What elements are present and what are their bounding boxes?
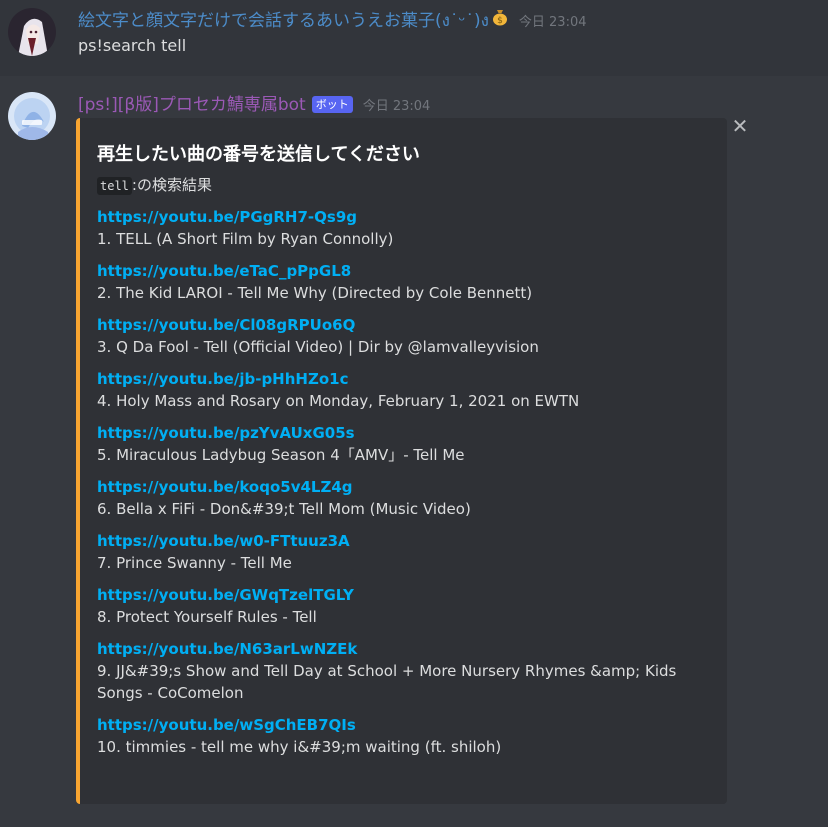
result-item: https://youtu.be/pzYvAUxG05s 5. Miraculo… (97, 422, 697, 466)
result-title: 2. The Kid LAROI - Tell Me Why (Directed… (97, 284, 533, 302)
result-title: 3. Q Da Fool - Tell (Official Video) | D… (97, 338, 539, 356)
result-item: https://youtu.be/N63arLwNZEk 9. JJ&#39;s… (97, 638, 697, 704)
query-suffix: :の検索結果 (131, 176, 212, 194)
result-title: 8. Protect Yourself Rules - Tell (97, 608, 317, 626)
bot-username[interactable]: [ps!][β版]プロセカ鯖専属bot (78, 90, 306, 115)
result-item: https://youtu.be/koqo5v4LZ4g 6. Bella x … (97, 476, 697, 520)
result-link[interactable]: https://youtu.be/jb-pHhHZo1c (97, 368, 697, 390)
result-link[interactable]: https://youtu.be/koqo5v4LZ4g (97, 476, 697, 498)
result-title: 7. Prince Swanny - Tell Me (97, 554, 292, 572)
result-title: 10. timmies - tell me why i&#39;m waitin… (97, 738, 502, 756)
close-icon[interactable]: ✕ (730, 116, 750, 136)
result-title: 1. TELL (A Short Film by Ryan Connolly) (97, 230, 394, 248)
result-title: 5. Miraculous Ladybug Season 4「AMV」- Tel… (97, 446, 465, 464)
message-header: 絵文字と顔文字だけで会話するあいうえお菓子(ง˙ᵕ˙)ง $ 今日 23:04 (78, 6, 587, 34)
result-item: https://youtu.be/wSgChEB7QIs 10. timmies… (97, 714, 697, 758)
svg-text:$: $ (497, 16, 503, 26)
message-content: ps!search tell (78, 36, 187, 55)
bot-tag: ボット (311, 96, 353, 113)
result-item: https://youtu.be/Cl08gRPUo6Q 3. Q Da Foo… (97, 314, 697, 358)
result-link[interactable]: https://youtu.be/w0-FTtuuz3A (97, 530, 697, 552)
username[interactable]: 絵文字と顔文字だけで会話するあいうえお菓子(ง˙ᵕ˙)ง (78, 6, 489, 34)
result-link[interactable]: https://youtu.be/PGgRH7-Qs9g (97, 206, 697, 228)
result-item: https://youtu.be/GWqTzelTGLY 8. Protect … (97, 584, 697, 628)
message-header: [ps!][β版]プロセカ鯖専属bot ボット 今日 23:04 (78, 90, 430, 115)
timestamp: 今日 23:04 (362, 99, 431, 114)
result-link[interactable]: https://youtu.be/Cl08gRPUo6Q (97, 314, 697, 336)
result-link[interactable]: https://youtu.be/wSgChEB7QIs (97, 714, 697, 736)
bot-avatar[interactable] (8, 92, 56, 140)
result-link[interactable]: https://youtu.be/eTaC_pPpGL8 (97, 260, 697, 282)
message-bot: [ps!][β版]プロセカ鯖専属bot ボット 今日 23:04 ✕ 再生したい… (0, 76, 828, 827)
message-user: 絵文字と顔文字だけで会話するあいうえお菓子(ง˙ᵕ˙)ง $ 今日 23:04 … (0, 0, 828, 76)
result-link[interactable]: https://youtu.be/GWqTzelTGLY (97, 584, 697, 606)
embed-description: tell:の検索結果 (97, 174, 212, 195)
result-title: 9. JJ&#39;s Show and Tell Day at School … (97, 662, 677, 702)
search-results-embed: 再生したい曲の番号を送信してください tell:の検索結果 https://yo… (76, 118, 727, 804)
result-item: https://youtu.be/jb-pHhHZo1c 4. Holy Mas… (97, 368, 697, 412)
money-bag-icon: $ (491, 8, 509, 26)
result-item: https://youtu.be/PGgRH7-Qs9g 1. TELL (A … (97, 206, 697, 250)
result-item: https://youtu.be/eTaC_pPpGL8 2. The Kid … (97, 260, 697, 304)
result-item: https://youtu.be/w0-FTtuuz3A 7. Prince S… (97, 530, 697, 574)
result-link[interactable]: https://youtu.be/pzYvAUxG05s (97, 422, 697, 444)
result-title: 6. Bella x FiFi - Don&#39;t Tell Mom (Mu… (97, 500, 471, 518)
query-code: tell (97, 177, 132, 195)
user-avatar[interactable] (8, 8, 56, 56)
embed-title: 再生したい曲の番号を送信してください (97, 144, 420, 165)
results-list: https://youtu.be/PGgRH7-Qs9g 1. TELL (A … (97, 206, 697, 768)
result-title: 4. Holy Mass and Rosary on Monday, Febru… (97, 392, 580, 410)
result-link[interactable]: https://youtu.be/N63arLwNZEk (97, 638, 697, 660)
timestamp: 今日 23:04 (518, 15, 587, 30)
